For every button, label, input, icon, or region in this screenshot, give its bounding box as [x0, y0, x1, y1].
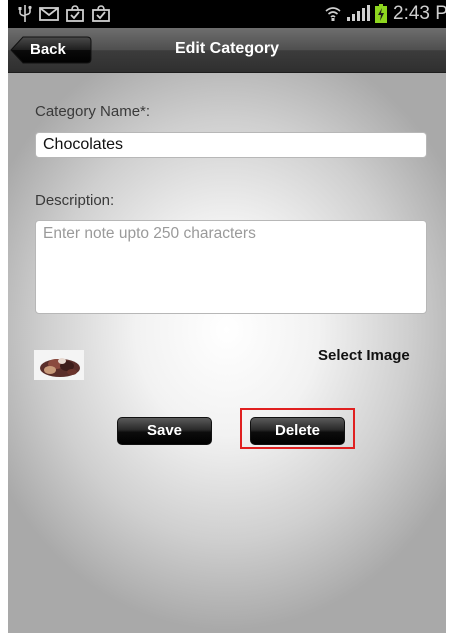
mail-icon	[39, 7, 59, 21]
description-label: Description:	[35, 192, 115, 209]
usb-icon	[18, 5, 32, 22]
signal-icon	[347, 5, 370, 21]
app-screen: 2:43 PM Back Edit Category Category Name…	[8, 0, 446, 633]
save-button[interactable]: Save	[117, 417, 212, 445]
page-title: Edit Category	[174, 40, 279, 57]
wifi-icon	[325, 7, 341, 21]
shopping-bag-icon	[66, 5, 84, 22]
select-image-link[interactable]: Select Image	[318, 347, 410, 364]
shopping-bag-icon	[92, 5, 110, 22]
title-bar: Back Edit Category	[8, 28, 446, 73]
category-image-thumbnail[interactable]	[34, 350, 84, 380]
category-name-input[interactable]	[35, 132, 427, 158]
delete-highlight-box	[240, 408, 355, 449]
battery-charging-icon	[375, 4, 387, 23]
description-textarea[interactable]	[35, 220, 427, 314]
category-name-label: Category Name*:	[35, 103, 151, 120]
status-bar: 2:43 PM	[8, 0, 446, 28]
clock: 2:43 PM	[393, 3, 446, 24]
